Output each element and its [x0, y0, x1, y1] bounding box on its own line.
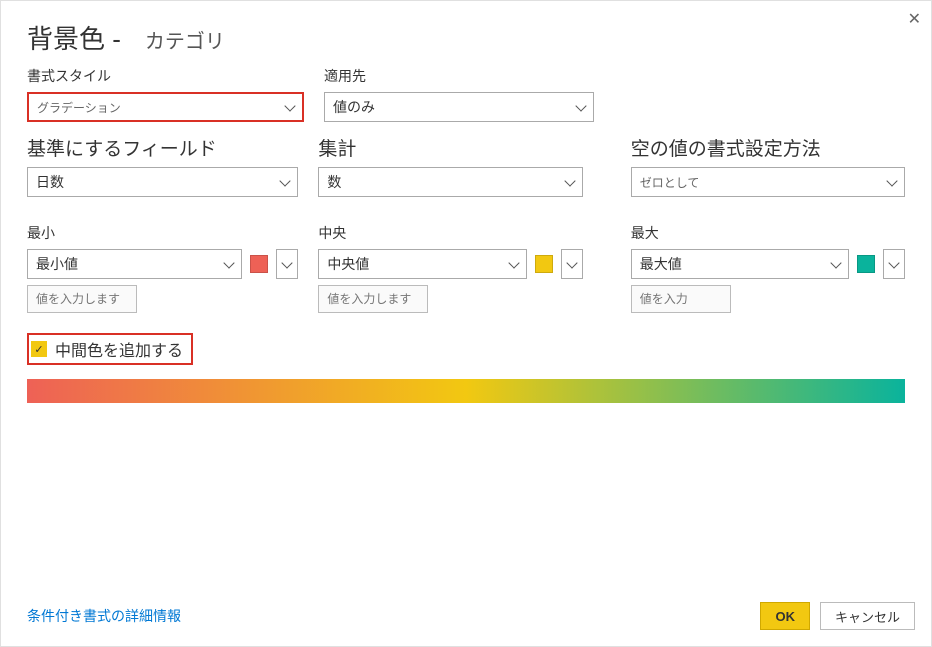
- cancel-button[interactable]: キャンセル: [820, 602, 915, 630]
- max-color-dropdown[interactable]: [883, 249, 905, 279]
- chevron-down-icon: [284, 100, 295, 111]
- base-field-label: 基準にするフィールド: [27, 134, 298, 161]
- max-select-value: 最大値: [640, 254, 682, 274]
- empty-values-select[interactable]: ゼロとして: [631, 167, 905, 197]
- chevron-down-icon: [508, 257, 519, 268]
- chevron-down-icon: [564, 175, 575, 186]
- apply-to-value: 値のみ: [333, 97, 375, 117]
- chevron-down-icon: [888, 257, 899, 268]
- chevron-down-icon: [575, 100, 586, 111]
- apply-to-label: 適用先: [324, 66, 594, 86]
- min-color-inner: [250, 255, 268, 273]
- min-label: 最小: [27, 223, 298, 243]
- center-color-swatch[interactable]: [533, 249, 555, 279]
- format-style-label: 書式スタイル: [27, 66, 304, 86]
- min-color-dropdown[interactable]: [276, 249, 298, 279]
- diverging-checkbox-label: 中間色を追加する: [55, 337, 183, 361]
- center-value-input[interactable]: [318, 285, 428, 313]
- chevron-down-icon: [830, 257, 841, 268]
- max-color-inner: [857, 255, 875, 273]
- center-color-dropdown[interactable]: [561, 249, 583, 279]
- max-label: 最大: [631, 223, 905, 243]
- summarization-label: 集計: [318, 134, 582, 161]
- summarization-value: 数: [327, 172, 341, 192]
- min-select[interactable]: 最小値: [27, 249, 242, 279]
- dialog-title: 背景色 -: [27, 19, 121, 56]
- chevron-down-icon: [566, 257, 577, 268]
- base-field-value: 日数: [36, 172, 64, 192]
- chevron-down-icon: [280, 175, 291, 186]
- close-icon[interactable]: ✕: [908, 9, 921, 29]
- max-select[interactable]: 最大値: [631, 249, 849, 279]
- empty-values-value: ゼロとして: [640, 174, 700, 191]
- gradient-preview: [27, 379, 905, 403]
- summarization-select[interactable]: 数: [318, 167, 582, 197]
- ok-button[interactable]: OK: [760, 602, 810, 630]
- chevron-down-icon: [886, 175, 897, 186]
- base-field-select[interactable]: 日数: [27, 167, 298, 197]
- center-select[interactable]: 中央値: [318, 249, 526, 279]
- format-style-value: グラデーション: [37, 99, 121, 116]
- apply-to-select[interactable]: 値のみ: [324, 92, 594, 122]
- min-color-swatch[interactable]: [248, 249, 270, 279]
- diverging-checkbox[interactable]: ✓: [31, 341, 47, 357]
- min-value-input[interactable]: [27, 285, 137, 313]
- chevron-down-icon: [282, 257, 293, 268]
- diverging-checkbox-row[interactable]: ✓ 中間色を追加する: [27, 333, 193, 365]
- format-style-select[interactable]: グラデーション: [27, 92, 304, 122]
- center-label: 中央: [318, 223, 582, 243]
- category-label: カテゴリ: [145, 25, 225, 54]
- min-select-value: 最小値: [36, 254, 78, 274]
- center-select-value: 中央値: [327, 254, 369, 274]
- chevron-down-icon: [224, 257, 235, 268]
- max-color-swatch[interactable]: [855, 249, 877, 279]
- learn-more-link[interactable]: 条件付き書式の詳細情報: [27, 606, 181, 626]
- center-color-inner: [535, 255, 553, 273]
- empty-values-label: 空の値の書式設定方法: [631, 134, 905, 161]
- max-value-input[interactable]: [631, 285, 731, 313]
